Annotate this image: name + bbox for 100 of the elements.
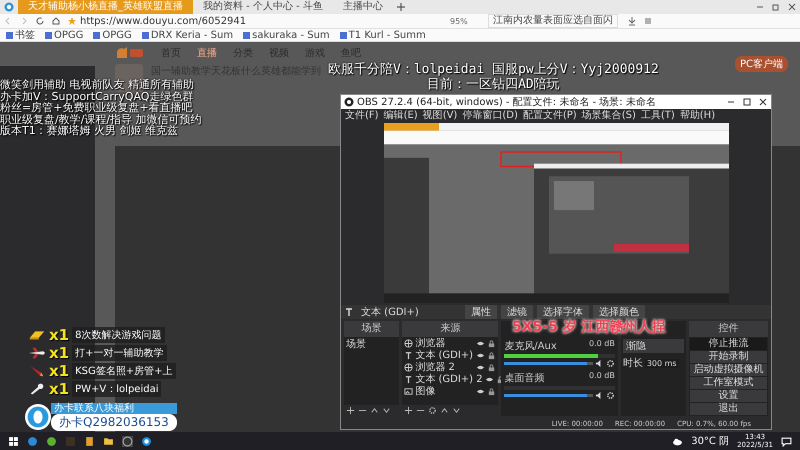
window-title: OBS 27.2.4 (64-bit, windows) - 配置文件: 未命名 - 场景: 未命名: [357, 96, 656, 109]
bookmark-item[interactable]: OPGG: [93, 30, 132, 40]
lock-icon[interactable]: [487, 350, 496, 360]
app-icon[interactable]: [84, 436, 95, 446]
lock-icon[interactable]: [487, 386, 496, 396]
close-icon[interactable]: [758, 97, 768, 107]
new-tab-icon[interactable]: [396, 2, 406, 12]
dock-title: 场景: [344, 321, 400, 337]
menu-item[interactable]: 文件(F): [345, 108, 379, 122]
menu-item[interactable]: 视图(V): [422, 108, 458, 122]
volume-slider[interactable]: [504, 394, 593, 397]
gift-text: KSG签名照+房管+上: [72, 363, 176, 379]
menu-item[interactable]: 停靠窗口(D): [462, 108, 518, 122]
text-icon: [344, 307, 354, 317]
overlay-text: 微笑剑用辅助 电视前队友 精通所有辅助: [0, 79, 195, 90]
selected-source-label: 文本 (GDI+): [361, 306, 420, 319]
app-icon[interactable]: [46, 436, 57, 446]
bookmark-item[interactable]: T1 Kurl - Summ: [340, 30, 426, 40]
overlay-text: 版本T1：赛娜塔姆 火男 剑姬 维克兹: [0, 125, 178, 136]
folder-icon[interactable]: [103, 436, 114, 446]
control-button[interactable]: 设置: [690, 390, 767, 402]
lock-icon[interactable]: [487, 338, 496, 348]
settings-icon[interactable]: [606, 391, 615, 400]
menu-item[interactable]: 工具(T): [640, 108, 675, 122]
notification-icon[interactable]: [781, 436, 792, 446]
dock-title: 控件: [689, 321, 768, 337]
gift-text: 8次数解决游戏问题: [72, 327, 164, 343]
star-icon[interactable]: [67, 16, 77, 26]
restore-icon[interactable]: [771, 2, 781, 12]
overlay-caption: 5X5-5 岁 江西赣州人捏: [512, 319, 666, 335]
duration-label: 时长: [622, 356, 643, 370]
browser-logo-icon[interactable]: [4, 2, 14, 12]
source-item[interactable]: 浏览器: [415, 336, 474, 350]
airplane-icon: [28, 346, 46, 360]
overlay-text: 办卡加V：SupportCarryQAQ走绿色群: [0, 90, 194, 102]
nav-link[interactable]: 直播: [197, 46, 217, 60]
close-icon[interactable]: [787, 2, 797, 12]
gift-text: 打+一对一辅助教学: [72, 345, 167, 361]
down-icon[interactable]: [382, 406, 391, 415]
dock-title: 来源: [402, 321, 498, 337]
menu-item[interactable]: 配置文件(P): [522, 108, 577, 122]
edge-browser-icon[interactable]: [27, 436, 38, 446]
gift-count: x1: [49, 344, 70, 362]
gift-count: x1: [49, 362, 70, 380]
control-button[interactable]: 开始录制: [690, 351, 767, 363]
volume-slider[interactable]: [504, 362, 593, 365]
gift-count: x1: [49, 326, 70, 344]
windows-start-icon[interactable]: [8, 436, 19, 446]
toolbar-button[interactable]: 选择颜色: [593, 305, 645, 319]
app-icon[interactable]: [141, 436, 152, 446]
maximize-icon[interactable]: [742, 97, 752, 107]
qq-number: 办卡Q2982036153: [51, 414, 177, 431]
channel-reading: 0.0 dB: [588, 339, 615, 350]
weather-text[interactable]: 30°C 阴: [691, 434, 730, 448]
add-icon[interactable]: [346, 406, 355, 415]
download-icon[interactable]: [626, 16, 637, 26]
menu-icon[interactable]: [642, 16, 653, 26]
up-icon[interactable]: [440, 406, 450, 415]
toolbar-button[interactable]: 滤镜: [501, 305, 533, 319]
lock-icon[interactable]: [487, 362, 496, 372]
channel-name: 麦克风/Aux: [504, 340, 557, 353]
source-item[interactable]: 浏览器 2: [415, 360, 474, 374]
penguin-icon: [25, 404, 51, 430]
bookmark-item[interactable]: sakuraka - Sum: [243, 30, 330, 40]
search-field[interactable]: 江南内农量表面应选自面闪: [488, 14, 618, 28]
bookmark-item[interactable]: DRX Keria - Sum: [142, 30, 234, 40]
scene-item[interactable]: 场景: [344, 337, 400, 351]
settings-icon[interactable]: [428, 406, 438, 415]
overlay-text: 粉丝=房管+免费职业级复盘+看直播吧: [0, 102, 194, 114]
globe-icon: [404, 362, 414, 372]
overlay-text: 欧服千分陪V：lolpeidai 国服pw上分V：Yyj2000912: [328, 62, 659, 77]
up-icon[interactable]: [370, 406, 379, 415]
client-button[interactable]: PC客户端: [734, 56, 788, 72]
bookmark-item[interactable]: 书签: [6, 28, 35, 42]
down-icon[interactable]: [452, 406, 462, 415]
add-icon[interactable]: [404, 406, 414, 415]
source-item[interactable]: 图像: [415, 384, 474, 398]
menu-item[interactable]: 编辑(E): [384, 108, 418, 122]
address-field[interactable]: https://www.douyu.com/6052941: [80, 16, 400, 26]
transition-dropdown[interactable]: 渐隐: [622, 339, 684, 353]
control-button[interactable]: 退出: [690, 403, 767, 415]
qq-label: 办卡联系八块福利: [51, 403, 177, 414]
toolbar-button[interactable]: 选择字体: [537, 305, 589, 319]
home-icon[interactable]: [51, 16, 61, 26]
toolbar-button[interactable]: 属性: [465, 305, 497, 319]
globe-icon: [404, 338, 414, 348]
zoom-level[interactable]: 95%: [450, 16, 468, 26]
source-item[interactable]: 文本 (GDI+) 2: [415, 372, 483, 386]
bookmark-item[interactable]: OPGG: [45, 30, 84, 40]
obs-icon[interactable]: [122, 436, 133, 446]
control-button[interactable]: 工作室模式: [690, 377, 767, 389]
reload-icon[interactable]: [35, 16, 45, 26]
duration-field[interactable]: 300 ms: [644, 358, 679, 368]
settings-icon[interactable]: [606, 359, 615, 368]
source-item[interactable]: 文本 (GDI+): [415, 348, 474, 362]
gift-text: PW+V：lolpeidai: [72, 381, 162, 397]
menu-item[interactable]: 帮助(H): [680, 108, 716, 122]
control-button[interactable]: 停止推流: [690, 338, 767, 350]
control-button[interactable]: 启动虚拟摄像机: [690, 364, 767, 376]
menu-item[interactable]: 场景集合(S): [582, 108, 636, 122]
